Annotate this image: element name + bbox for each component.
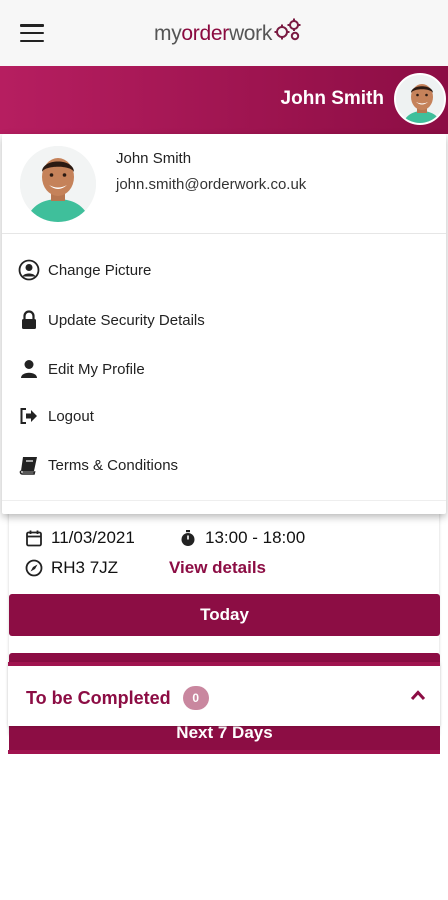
job-date: 11/03/2021 (51, 528, 135, 547)
stopwatch-icon (181, 530, 195, 546)
count-badge: 0 (182, 686, 209, 710)
book-icon (16, 455, 42, 475)
job-postcode: RH3 7JZ (51, 558, 119, 577)
section-title: To be Completed (26, 687, 171, 708)
menu-item-edit-profile[interactable]: Edit My Profile (16, 354, 436, 384)
view-details-link[interactable]: View details (169, 558, 266, 578)
menu-item-label: Logout (48, 407, 94, 425)
job-time: 13:00 - 18:00 (205, 528, 306, 547)
lock-icon (16, 310, 42, 330)
app-logo: myorderwork (154, 14, 303, 54)
menu-item-label: Update Security Details (48, 311, 205, 329)
next-section (8, 750, 440, 770)
job-time-row: 13:00 - 18:00 (179, 528, 305, 548)
menu-item-label: Edit My Profile (48, 360, 145, 378)
menu-item-label: Terms & Conditions (48, 456, 179, 474)
user-avatar[interactable] (394, 73, 446, 125)
menu-item-label: Change Picture (48, 261, 152, 279)
calendar-icon (26, 530, 42, 547)
user-icon (16, 359, 42, 379)
today-button[interactable]: Today (9, 594, 440, 636)
section-header: To be Completed 0 (26, 686, 209, 710)
logo-prefix: my (154, 22, 182, 45)
gears-icon (274, 18, 301, 41)
to-be-completed-section[interactable]: To be Completed 0 (8, 662, 440, 726)
user-name[interactable]: John Smith (281, 88, 384, 110)
chevron-up-icon[interactable] (410, 689, 426, 701)
job-date-row: 11/03/2021 (25, 528, 135, 548)
profile-dropdown: John Smith john.smith@orderwork.co.uk Ch… (2, 134, 446, 514)
app-screen: myorderwork John Smith 11/03/2021 13:00 … (0, 0, 448, 900)
logo-accent: order (181, 22, 229, 45)
sign-out-icon (16, 407, 42, 425)
profile-avatar (20, 146, 96, 222)
compass-icon (25, 559, 43, 577)
menu-item-logout[interactable]: Logout (16, 401, 436, 431)
menu-item-update-security[interactable]: Update Security Details (16, 305, 436, 335)
user-circle-icon (16, 259, 42, 281)
logo-suffix: work (228, 22, 273, 45)
menu-item-terms[interactable]: Terms & Conditions (16, 450, 436, 480)
profile-name: John Smith (116, 150, 192, 167)
hamburger-menu-icon[interactable] (20, 24, 44, 42)
profile-email: john.smith@orderwork.co.uk (116, 176, 307, 193)
job-postcode-row: RH3 7JZ (25, 558, 118, 578)
top-header: myorderwork (0, 0, 448, 66)
divider (2, 233, 446, 234)
divider (2, 500, 446, 501)
menu-item-change-picture[interactable]: Change Picture (16, 255, 436, 285)
user-bar: John Smith (0, 66, 448, 134)
